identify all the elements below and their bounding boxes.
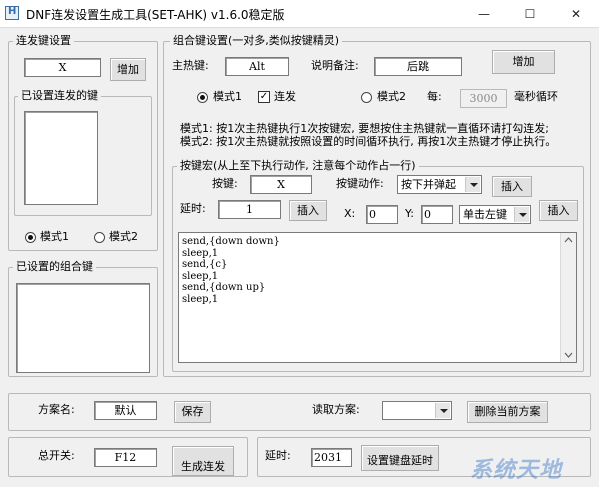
- global-delay-label: 延时:: [265, 449, 291, 462]
- minimize-button[interactable]: —: [461, 0, 507, 28]
- read-scheme-select[interactable]: [382, 401, 452, 420]
- macro-group-label: 按键宏(从上至下执行动作, 注意每个动作占一行): [177, 159, 419, 172]
- maximize-button[interactable]: ☐: [507, 0, 553, 28]
- mode1-description: 模式1: 按1次主热键执行1次按键宏, 要想按住主热键就一直循环请打勾连发;: [180, 122, 549, 135]
- generate-repeat-button[interactable]: 生成连发: [172, 446, 234, 476]
- master-switch-label: 总开关:: [38, 449, 75, 462]
- key-action-value: 按下并弹起: [401, 178, 456, 191]
- macro-delay-label: 延时:: [180, 202, 206, 215]
- macro-line: send,{down up}: [182, 282, 266, 293]
- macro-line: send,{c}: [182, 259, 228, 270]
- combo-settings-label: 组合键设置(一对多,类似按键精灵): [170, 34, 343, 47]
- close-button[interactable]: ✕: [553, 0, 599, 28]
- combo-add-button[interactable]: 增加: [492, 50, 555, 74]
- repeat-key-group-label: 连发键设置: [13, 34, 74, 47]
- repeat-mode2-label: 模式2: [109, 230, 138, 243]
- x-coord-label: X:: [344, 207, 356, 220]
- macro-delay-input[interactable]: 1: [218, 200, 281, 219]
- macro-line: sleep,1: [182, 247, 219, 259]
- every-label: 每:: [427, 90, 442, 103]
- repeat-mode1-label: 模式1: [40, 230, 69, 243]
- repeat-key-input[interactable]: X: [24, 58, 101, 77]
- mouse-click-value: 单击左键: [463, 208, 507, 221]
- repeat-checkbox[interactable]: ✓: [258, 91, 270, 103]
- repeat-checkbox-label: 连发: [274, 90, 296, 103]
- repeat-mode2-radio[interactable]: [94, 232, 105, 243]
- mode2-description: 模式2: 按1次主热键就按照设置的时间循环执行, 再按1次主热键才停止执行。: [180, 135, 557, 148]
- master-switch-input[interactable]: F12: [94, 448, 157, 467]
- macro-key-label: 按键:: [212, 177, 238, 190]
- title-bar: DNF连发设置生成工具(SET-AHK) v1.6.0稳定版 — ☐ ✕: [0, 0, 599, 28]
- read-scheme-label: 读取方案:: [312, 403, 360, 416]
- combo-mode2-label: 模式2: [377, 90, 406, 103]
- repeat-mode1-radio[interactable]: [25, 232, 36, 243]
- scheme-name-input[interactable]: 默认: [94, 401, 157, 420]
- delete-scheme-button[interactable]: 删除当前方案: [467, 401, 548, 423]
- macro-line: sleep,1: [182, 293, 219, 305]
- repeat-keys-list[interactable]: [24, 111, 98, 205]
- key-action-label: 按键动作:: [336, 177, 384, 190]
- app-icon: [5, 6, 19, 20]
- interval-input[interactable]: 3000: [460, 89, 507, 108]
- macro-key-input[interactable]: X: [250, 175, 312, 194]
- hotkey-label: 主热键:: [172, 59, 209, 72]
- y-coord-label: Y:: [405, 207, 414, 220]
- scroll-up-icon[interactable]: [561, 233, 576, 248]
- global-delay-input[interactable]: 2031: [311, 448, 352, 467]
- scheme-name-label: 方案名:: [38, 403, 75, 416]
- keyboard-delay-button[interactable]: 设置键盘延时: [361, 445, 439, 471]
- chevron-down-icon[interactable]: [435, 403, 450, 418]
- scroll-down-icon[interactable]: [561, 347, 576, 362]
- combo-keys-list[interactable]: [16, 283, 150, 373]
- combo-mode1-label: 模式1: [213, 90, 242, 103]
- click-insert-button[interactable]: 插入: [539, 200, 578, 221]
- x-coord-input[interactable]: 0: [366, 205, 398, 224]
- ms-loop-label: 毫秒循环: [514, 90, 558, 103]
- delay-insert-button[interactable]: 插入: [289, 200, 327, 221]
- editor-scrollbar[interactable]: [560, 233, 576, 362]
- note-input[interactable]: 后跳: [374, 57, 462, 76]
- set-combo-keys-label: 已设置的组合键: [13, 260, 96, 273]
- repeat-add-button[interactable]: 增加: [110, 58, 146, 81]
- window-title: DNF连发设置生成工具(SET-AHK) v1.6.0稳定版: [26, 8, 285, 22]
- mouse-click-select[interactable]: 单击左键: [459, 205, 531, 224]
- key-insert-button[interactable]: 插入: [492, 176, 532, 197]
- combo-mode2-radio[interactable]: [361, 92, 372, 103]
- save-scheme-button[interactable]: 保存: [174, 401, 211, 423]
- combo-mode1-radio[interactable]: [197, 92, 208, 103]
- y-coord-input[interactable]: 0: [421, 205, 453, 224]
- macro-line: send,{down down}: [182, 236, 280, 247]
- macro-editor[interactable]: send,{down down} sleep,1 send,{c} sleep,…: [178, 232, 577, 363]
- set-repeat-keys-label: 已设置连发的键: [18, 89, 101, 102]
- chevron-down-icon[interactable]: [465, 177, 480, 192]
- hotkey-input[interactable]: Alt: [225, 57, 289, 76]
- key-action-select[interactable]: 按下并弹起: [397, 175, 482, 194]
- chevron-down-icon[interactable]: [514, 207, 529, 222]
- watermark-logo: 系统天地: [470, 458, 563, 483]
- note-label: 说明备注:: [311, 59, 359, 72]
- macro-line: sleep,1: [182, 270, 219, 282]
